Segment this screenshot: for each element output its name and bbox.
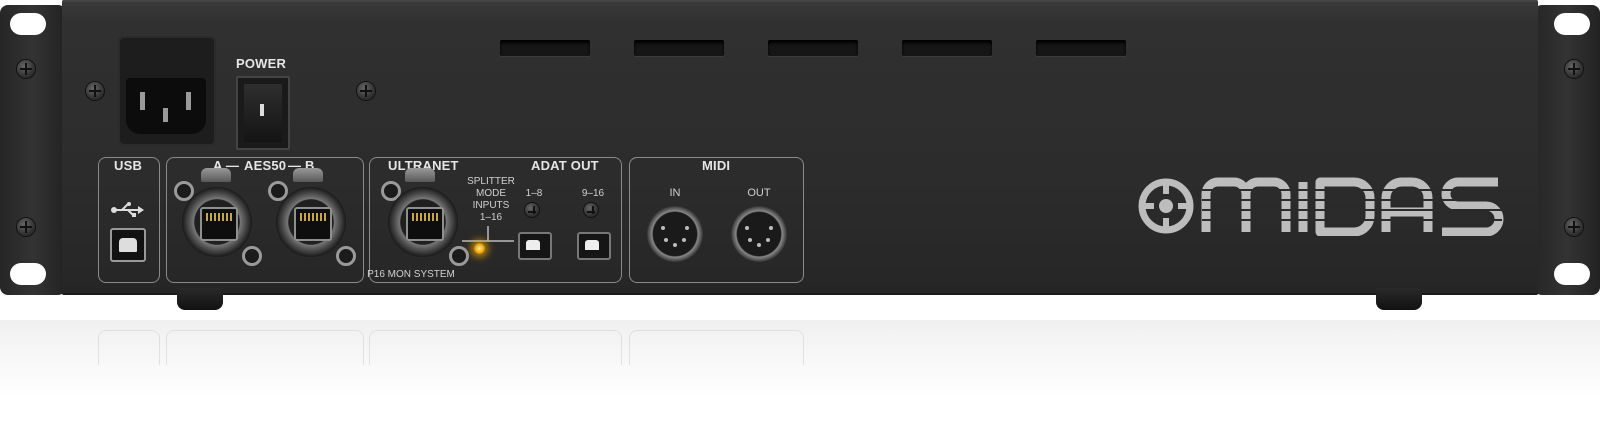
power-switch-rocker bbox=[244, 84, 282, 142]
din-pin bbox=[766, 238, 770, 242]
din-pin bbox=[748, 238, 752, 242]
midi-out-label: OUT bbox=[747, 187, 771, 199]
rubber-foot bbox=[1376, 288, 1422, 310]
power-switch[interactable] bbox=[236, 76, 290, 150]
adat-port1-label: 1–8 bbox=[525, 188, 543, 199]
splitter-line: 1–16 bbox=[479, 212, 503, 223]
rj45-socket bbox=[294, 207, 332, 241]
splitter-line: INPUTS bbox=[472, 200, 510, 211]
midi-in-port[interactable] bbox=[647, 206, 703, 262]
din-pin bbox=[682, 238, 686, 242]
screw-icon bbox=[357, 82, 375, 100]
din-pin bbox=[757, 243, 761, 247]
reflection-outline bbox=[166, 330, 364, 365]
aes50-b-port[interactable] bbox=[276, 187, 346, 257]
midas-logo bbox=[1138, 177, 1504, 236]
midi-out-port[interactable] bbox=[731, 206, 787, 262]
reflection-outline bbox=[98, 330, 160, 365]
din-pin bbox=[685, 226, 689, 230]
rack-ear-right bbox=[1534, 5, 1600, 295]
screw-icon bbox=[17, 218, 35, 236]
splitter-divider-icon bbox=[462, 226, 514, 242]
rj45-socket bbox=[200, 207, 238, 241]
usb-icon bbox=[111, 202, 144, 217]
aes50-label: AES50 bbox=[244, 158, 287, 173]
p16-label: P16 MON SYSTEM bbox=[367, 269, 455, 280]
power-label: POWER bbox=[236, 56, 287, 71]
screw-icon bbox=[17, 60, 35, 78]
splitter-line: MODE bbox=[476, 188, 506, 199]
splitter-mode-led bbox=[474, 243, 485, 254]
vent-slot bbox=[1036, 40, 1126, 56]
ultranet-port[interactable] bbox=[388, 187, 458, 257]
power-inlet-socket bbox=[126, 78, 206, 134]
usb-section bbox=[98, 157, 160, 283]
midi-in-label: IN bbox=[669, 187, 681, 199]
rack-hole bbox=[1554, 13, 1590, 35]
adat-port2-label: 9–16 bbox=[581, 188, 605, 199]
ethercon-latch[interactable] bbox=[405, 168, 435, 182]
vent-slot bbox=[902, 40, 992, 56]
mount-ring bbox=[242, 246, 262, 266]
din-pin bbox=[769, 226, 773, 230]
screw-icon bbox=[525, 203, 539, 217]
din-pin bbox=[664, 238, 668, 242]
midi-label: MIDI bbox=[702, 158, 731, 173]
vent-slot bbox=[634, 40, 724, 56]
adat-out-9-16-port[interactable] bbox=[577, 232, 611, 260]
vent-slot bbox=[500, 40, 590, 56]
rack-hole bbox=[10, 13, 46, 35]
reflection-outline bbox=[629, 330, 804, 365]
usb-label: USB bbox=[114, 158, 143, 173]
ethercon-latch[interactable] bbox=[293, 168, 323, 182]
vent-slot bbox=[768, 40, 858, 56]
mount-ring bbox=[336, 246, 356, 266]
power-switch-mark bbox=[260, 104, 264, 116]
inlet-pin bbox=[163, 108, 168, 122]
rj45-socket bbox=[406, 207, 444, 241]
rack-hole bbox=[10, 263, 46, 285]
din-pin bbox=[661, 226, 665, 230]
screw-icon bbox=[1565, 218, 1583, 236]
splitter-line: SPLITTER bbox=[467, 176, 515, 187]
inlet-pin bbox=[140, 92, 145, 110]
aes50-a-port[interactable] bbox=[182, 187, 252, 257]
screw-icon bbox=[584, 203, 598, 217]
adat-out-label: ADAT OUT bbox=[531, 158, 599, 173]
power-inlet[interactable] bbox=[118, 36, 216, 146]
screw-icon bbox=[86, 82, 104, 100]
rubber-foot bbox=[177, 288, 223, 310]
din-pin bbox=[673, 243, 677, 247]
din-pin bbox=[745, 226, 749, 230]
mount-ring bbox=[449, 246, 469, 266]
screw-icon bbox=[1565, 60, 1583, 78]
rack-hole bbox=[1554, 263, 1590, 285]
inlet-pin bbox=[186, 92, 191, 110]
adat-out-1-8-port[interactable] bbox=[518, 232, 552, 260]
ethercon-latch[interactable] bbox=[201, 168, 231, 182]
rear-panel: POWER USB A — AES50 — B ULTRANET SPLITTE… bbox=[0, 0, 1600, 310]
splitter-mode-text: SPLITTER MODE INPUTS 1–16 bbox=[462, 176, 520, 224]
rack-ear-left bbox=[0, 5, 66, 295]
usb-port[interactable] bbox=[110, 228, 146, 262]
reflection-outline bbox=[369, 330, 622, 365]
